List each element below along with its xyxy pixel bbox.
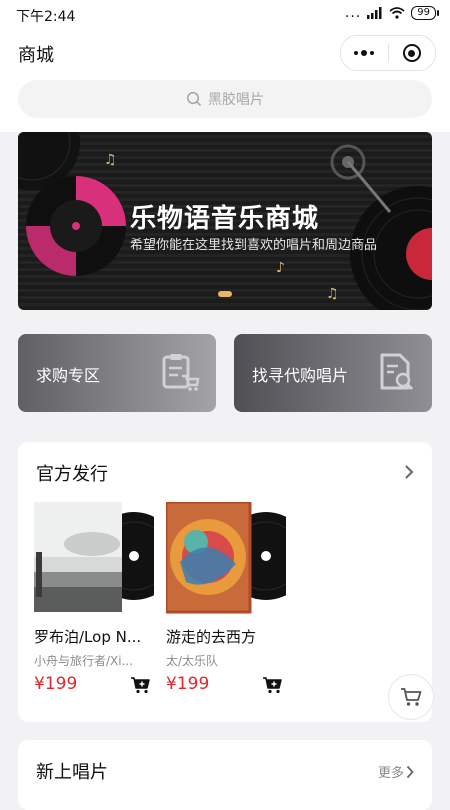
clipboard-cart-icon xyxy=(162,354,200,391)
add-to-cart-icon[interactable] xyxy=(262,676,282,694)
official-release-section: 官方发行 罗布泊/Lop N... 小舟与旅行者/Xi... ¥199 游走的去… xyxy=(18,442,432,722)
category-find-proxy-record[interactable]: 找寻代购唱片 xyxy=(234,334,432,412)
album-cover-west xyxy=(166,502,286,614)
category-label: 求购专区 xyxy=(36,366,101,385)
target-circle-icon xyxy=(402,44,421,62)
svg-text:♫: ♫ xyxy=(104,152,117,168)
svg-text:♪: ♪ xyxy=(276,260,285,276)
chevron-right-icon[interactable] xyxy=(404,464,414,480)
battery-icon: 99 xyxy=(411,6,439,20)
section-title: 新上唱片 xyxy=(36,762,108,783)
category-label: 找寻代购唱片 xyxy=(252,366,349,385)
more-dots-icon xyxy=(354,50,375,56)
search-bar[interactable]: 黑胶唱片 xyxy=(18,80,432,118)
status-bar: 下午2:44 ... 99 xyxy=(0,0,450,30)
more-menu-button[interactable] xyxy=(341,36,388,70)
status-time: 下午2:44 xyxy=(16,9,76,25)
more-label: 更多 xyxy=(377,766,404,781)
cart-icon xyxy=(401,688,422,706)
category-purchase-request[interactable]: 求购专区 xyxy=(18,334,216,412)
album-price: ¥199 xyxy=(34,674,78,694)
promo-banner[interactable]: ♫ ♪ ♫ 乐物语音乐商城 希望你能在这里找到喜欢的唱片和周边商品 xyxy=(18,132,432,310)
header-area: 下午2:44 ... 99 商城 黑胶唱片 xyxy=(0,0,450,132)
chevron-right-icon xyxy=(406,765,414,778)
search-placeholder: 黑胶唱片 xyxy=(208,92,264,108)
banner-indicator xyxy=(218,291,232,297)
more-link[interactable]: 更多 xyxy=(378,762,414,781)
document-search-icon xyxy=(380,353,414,391)
album-price: ¥199 xyxy=(166,674,210,694)
album-artist: 太/太乐队 xyxy=(166,654,219,668)
search-icon xyxy=(186,91,202,107)
add-to-cart-icon[interactable] xyxy=(130,676,150,694)
album-title: 游走的去西方 xyxy=(166,628,257,646)
banner-subtitle: 希望你能在这里找到喜欢的唱片和周边商品 xyxy=(130,238,378,253)
banner-title: 乐物语音乐商城 xyxy=(130,204,320,234)
album-artist: 小舟与旅行者/Xi... xyxy=(34,654,134,668)
mini-program-capsule xyxy=(340,35,436,71)
album-title: 罗布泊/Lop N... xyxy=(34,628,142,646)
section-title: 官方发行 xyxy=(36,464,108,485)
page-title: 商城 xyxy=(18,45,54,66)
cell-signal-icon xyxy=(367,7,382,19)
wifi-icon xyxy=(389,7,405,19)
svg-text:♫: ♫ xyxy=(326,286,339,302)
status-icons: ... 99 xyxy=(344,5,439,21)
close-mini-program-button[interactable] xyxy=(389,36,436,70)
signal-dots: ... xyxy=(344,5,362,21)
album-cover-lop-nur xyxy=(34,502,154,612)
floating-cart-button[interactable] xyxy=(388,674,434,720)
nav-bar: 商城 xyxy=(0,30,450,76)
